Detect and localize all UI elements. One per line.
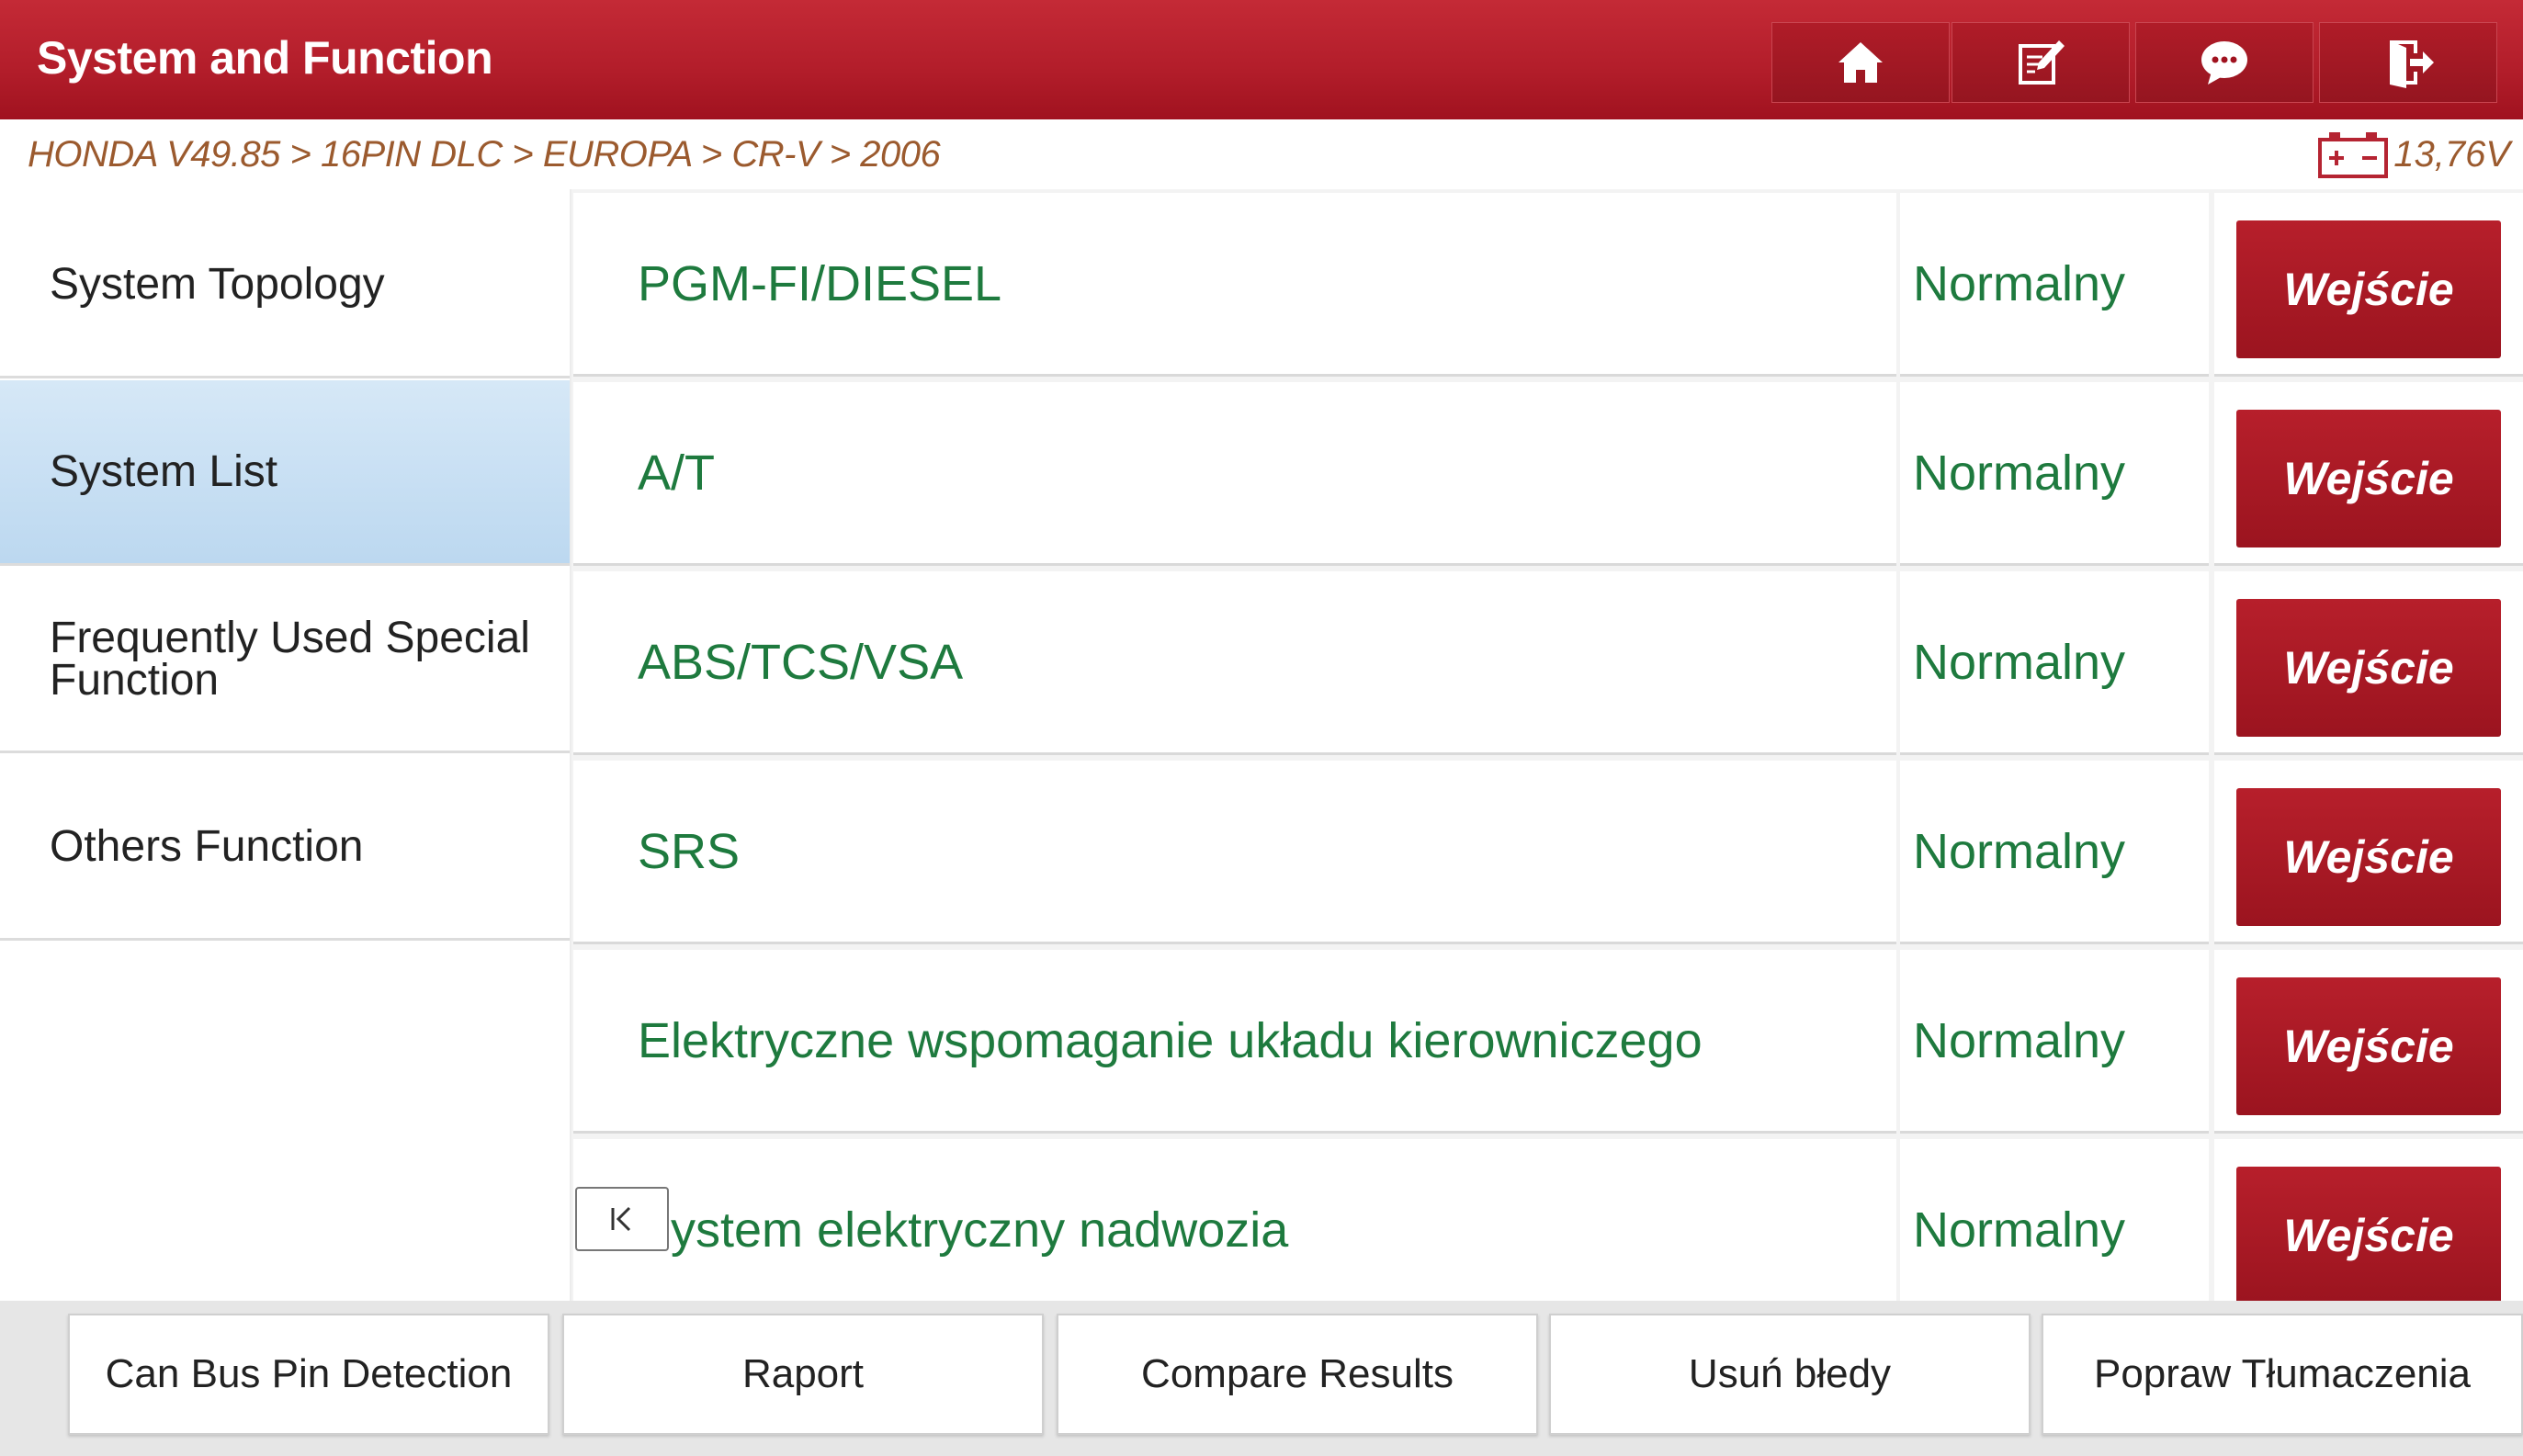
system-status: Normalny bbox=[1900, 950, 2209, 1134]
exit-icon bbox=[2390, 40, 2434, 88]
system-list[interactable]: PGM-FI/DIESEL Normalny Wejście A/T Norma… bbox=[571, 189, 2523, 1301]
can-bus-pin-detection-button[interactable]: Can Bus Pin Detection bbox=[68, 1314, 549, 1435]
system-action-cell: Wejście bbox=[2214, 761, 2523, 944]
sidebar-item-others-function[interactable]: Others Function bbox=[0, 755, 570, 941]
collapse-sidebar-button[interactable] bbox=[575, 1187, 669, 1251]
exit-button[interactable] bbox=[2319, 22, 2497, 103]
enter-button[interactable]: Wejście bbox=[2236, 220, 2501, 358]
enter-button[interactable]: Wejście bbox=[2236, 977, 2501, 1115]
system-name: System elektryczny nadwozia bbox=[573, 1139, 1896, 1301]
table-row: ABS/TCS/VSA Normalny Wejście bbox=[571, 568, 2523, 757]
battery-icon bbox=[2318, 132, 2389, 178]
enter-button[interactable]: Wejście bbox=[2236, 788, 2501, 926]
system-name: ABS/TCS/VSA bbox=[573, 571, 1896, 755]
system-action-cell: Wejście bbox=[2214, 1139, 2523, 1301]
breadcrumb: HONDA V49.85 > 16PIN DLC > EUROPA > CR-V… bbox=[28, 134, 941, 175]
system-action-cell: Wejście bbox=[2214, 193, 2523, 377]
sidebar-item-system-list[interactable]: System List bbox=[0, 380, 570, 566]
report-button[interactable]: Raport bbox=[562, 1314, 1044, 1435]
app-header: System and Function bbox=[0, 0, 2523, 119]
edit-icon bbox=[2019, 40, 2065, 85]
table-row: Elektryczne wspomaganie układu kierownic… bbox=[571, 946, 2523, 1135]
edit-button[interactable] bbox=[1952, 22, 2130, 103]
chat-button[interactable] bbox=[2135, 22, 2314, 103]
system-status: Normalny bbox=[1900, 571, 2209, 755]
bottom-toolbar: Can Bus Pin Detection Raport Compare Res… bbox=[0, 1301, 2523, 1456]
system-action-cell: Wejście bbox=[2214, 950, 2523, 1134]
clear-errors-button[interactable]: Usuń błedy bbox=[1549, 1314, 2031, 1435]
table-row: A/T Normalny Wejście bbox=[571, 378, 2523, 568]
system-action-cell: Wejście bbox=[2214, 571, 2523, 755]
collapse-left-icon bbox=[611, 1206, 631, 1232]
sidebar-item-label: Others Function bbox=[50, 821, 364, 871]
battery-status: 13,76V bbox=[2316, 129, 2510, 180]
system-name: PGM-FI/DIESEL bbox=[573, 193, 1896, 377]
system-name: A/T bbox=[573, 382, 1896, 566]
improve-translations-button[interactable]: Popraw Tłumaczenia bbox=[2042, 1314, 2523, 1435]
chat-icon bbox=[2201, 41, 2247, 85]
sidebar: System Topology System List Frequently U… bbox=[0, 189, 570, 1301]
enter-button[interactable]: Wejście bbox=[2236, 410, 2501, 547]
compare-results-button[interactable]: Compare Results bbox=[1057, 1314, 1538, 1435]
system-action-cell: Wejście bbox=[2214, 382, 2523, 566]
enter-button[interactable]: Wejście bbox=[2236, 1167, 2501, 1301]
home-icon bbox=[1839, 42, 1883, 83]
system-name: Elektryczne wspomaganie układu kierownic… bbox=[573, 950, 1896, 1134]
table-row: SRS Normalny Wejście bbox=[571, 757, 2523, 946]
table-row: System elektryczny nadwozia Normalny Wej… bbox=[571, 1135, 2523, 1301]
sidebar-item-label: Frequently Used Special Function bbox=[50, 613, 530, 705]
sidebar-item-label: System Topology bbox=[50, 259, 385, 309]
system-name: SRS bbox=[573, 761, 1896, 944]
system-status: Normalny bbox=[1900, 193, 2209, 377]
table-row: PGM-FI/DIESEL Normalny Wejście bbox=[571, 189, 2523, 378]
system-status: Normalny bbox=[1900, 761, 2209, 944]
battery-voltage: 13,76V bbox=[2393, 133, 2510, 175]
enter-button[interactable]: Wejście bbox=[2236, 599, 2501, 737]
breadcrumb-bar: HONDA V49.85 > 16PIN DLC > EUROPA > CR-V… bbox=[0, 119, 2523, 189]
sidebar-item-system-topology[interactable]: System Topology bbox=[0, 193, 570, 378]
system-status: Normalny bbox=[1900, 1139, 2209, 1301]
sidebar-item-frequently-used-special-function[interactable]: Frequently Used Special Function bbox=[0, 568, 570, 753]
page-title: System and Function bbox=[37, 32, 493, 84]
sidebar-item-label: System List bbox=[50, 446, 278, 496]
system-status: Normalny bbox=[1900, 382, 2209, 566]
home-button[interactable] bbox=[1771, 22, 1950, 103]
